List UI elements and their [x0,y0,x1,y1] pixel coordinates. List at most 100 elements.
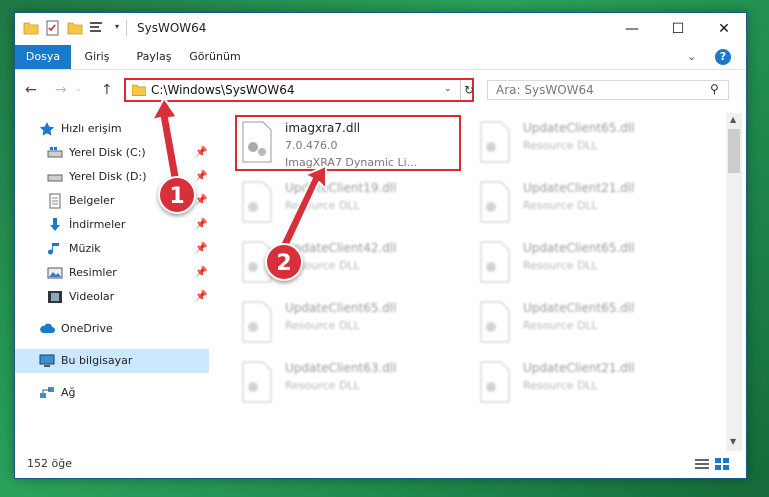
drive-icon [47,174,63,182]
sidebar-item-this-pc[interactable]: Bu bilgisayar [15,349,209,373]
search-icon[interactable]: ⚲ [710,82,719,96]
sidebar-item-label: Belgeler [69,194,115,207]
file-name: UpdateClient21.dll [523,361,635,375]
file-tile[interactable]: UpdateClient63.dll Resource DLL [239,359,469,413]
pin-icon[interactable]: 📌 [195,267,207,278]
file-version: Resource DLL [523,319,598,332]
sidebar-item-videos[interactable]: Videolar 📌 [15,285,209,309]
sidebar-item-downloads[interactable]: İndirmeler 📌 [15,213,209,237]
star-icon [39,122,55,136]
dll-file-icon [242,301,272,343]
address-bar[interactable]: C:\Windows\SysWOW64 ⌄ ↻ [124,78,474,102]
tab-view[interactable]: Görünüm [185,45,245,69]
vertical-scrollbar[interactable]: ▲ ▼ [726,113,742,451]
sidebar-item-network[interactable]: Ağ [15,381,209,405]
sidebar-item-label: Resimler [69,266,117,279]
file-name: UpdateClient42.dll [285,241,397,255]
file-tile[interactable]: UpdateClient65.dll Resource DLL [477,239,707,293]
pin-icon[interactable]: 📌 [195,171,207,182]
pin-icon[interactable]: 📌 [195,219,207,230]
scroll-thumb[interactable] [728,129,740,173]
sidebar-item-label: Hızlı erişim [61,122,122,135]
forward-arrow-icon[interactable]: → [55,82,67,98]
file-tile[interactable]: UpdateClient21.dll Resource DLL [477,359,707,413]
pin-icon[interactable]: 📌 [195,243,207,254]
search-box[interactable]: Ara: SysWOW64 ⚲ [487,80,729,100]
sidebar-item-quick-access[interactable]: Hızlı erişim [15,117,209,141]
back-arrow-icon[interactable]: ← [25,82,37,98]
new-folder-icon[interactable] [67,20,83,36]
chevron-down-icon[interactable]: ⌄ [444,84,452,94]
network-icon [40,387,54,398]
file-tile[interactable]: UpdateClient21.dll Resource DLL [477,179,707,233]
search-placeholder[interactable]: Ara: SysWOW64 [496,83,594,97]
ribbon-collapse-icon[interactable]: ⌄ [687,50,696,63]
sidebar-item-label: Yerel Disk (D:) [69,170,147,183]
title-separator [126,20,127,36]
dll-file-icon [242,181,272,223]
file-tile[interactable]: UpdateClient19.dll Resource DLL [239,179,469,233]
pin-icon[interactable]: 📌 [195,195,207,206]
videos-icon [48,291,62,303]
music-icon [48,243,59,255]
tiles-view-icon[interactable] [715,458,729,470]
title-bar: ▾ SysWOW64 — ☐ ✕ [15,13,746,45]
details-view-icon[interactable] [695,458,709,470]
dll-file-icon [480,241,510,283]
quick-access-dropdown-icon[interactable]: ▾ [115,22,119,31]
file-version: Resource DLL [523,139,598,152]
minimize-button[interactable]: — [609,13,655,45]
address-path[interactable]: C:\Windows\SysWOW64 [151,83,295,97]
folder-icon[interactable] [23,20,39,36]
tab-file[interactable]: Dosya [15,45,71,69]
scroll-down-icon[interactable]: ▼ [730,437,736,446]
help-icon[interactable]: ? [715,49,731,65]
dll-file-icon [480,181,510,223]
sidebar-item-onedrive[interactable]: OneDrive [15,317,209,341]
scroll-up-icon[interactable]: ▲ [730,115,736,124]
file-version: Resource DLL [523,199,598,212]
file-version: Resource DLL [523,259,598,272]
tab-share[interactable]: Paylaş [129,45,179,69]
explorer-window: ▾ SysWOW64 — ☐ ✕ Dosya Giriş Paylaş Görü… [14,12,747,479]
download-icon [50,218,60,231]
window-title: SysWOW64 [137,21,207,35]
drive-icon [47,147,63,158]
ribbon-tabs: Dosya Giriş Paylaş Görünüm ⌄ ? [15,45,746,70]
dll-file-icon [480,301,510,343]
file-name: UpdateClient65.dll [285,301,397,315]
sidebar-item-local-disk-c[interactable]: Yerel Disk (C:) 📌 [15,141,209,165]
file-tile[interactable]: UpdateClient65.dll Resource DLL [239,299,469,353]
sidebar-item-label: Yerel Disk (C:) [69,146,146,159]
file-name: UpdateClient65.dll [523,241,635,255]
sidebar-item-pictures[interactable]: Resimler 📌 [15,261,209,285]
pictures-icon [47,267,63,279]
file-version: Resource DLL [285,199,360,212]
cloud-icon [40,323,55,333]
recent-locations-icon[interactable]: ⌄ [75,84,82,93]
file-tile[interactable]: UpdateClient65.dll Resource DLL [477,119,707,173]
dll-file-icon [480,121,510,163]
documents-icon [49,193,61,209]
file-name: UpdateClient65.dll [523,121,635,135]
sidebar-item-label: İndirmeler [69,218,126,231]
step-badge-2: 2 [265,243,303,281]
navigation-bar: ← → ⌄ ↑ C:\Windows\SysWOW64 ⌄ ↻ Ara: Sys… [15,70,746,110]
file-highlight-box [235,115,461,171]
properties-icon[interactable] [45,20,61,36]
customize-icon[interactable] [89,20,105,36]
maximize-button[interactable]: ☐ [655,13,701,45]
file-version: Resource DLL [285,319,360,332]
sidebar-item-music[interactable]: Müzik 📌 [15,237,209,261]
up-arrow-icon[interactable]: ↑ [101,82,113,98]
sidebar-item-label: Ağ [61,386,76,399]
pin-icon[interactable]: 📌 [195,147,207,158]
pin-icon[interactable]: 📌 [195,291,207,302]
dll-file-icon [242,361,272,403]
file-tile[interactable]: UpdateClient65.dll Resource DLL [477,299,707,353]
status-bar: 152 öğe [15,451,746,477]
refresh-icon[interactable]: ↻ [460,80,476,100]
file-version: Resource DLL [523,379,598,392]
close-button[interactable]: ✕ [701,13,747,45]
tab-home[interactable]: Giriş [77,45,117,69]
